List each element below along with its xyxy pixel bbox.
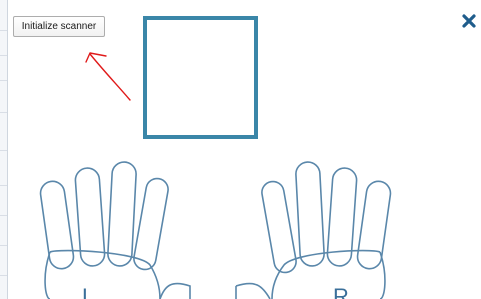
right-hand-outline xyxy=(235,161,392,299)
left-hand-label: L xyxy=(82,284,94,299)
close-icon xyxy=(462,14,476,28)
fingerprint-preview-frame xyxy=(143,16,258,139)
right-hand-label: R xyxy=(333,284,349,299)
red-arrow-annotation xyxy=(85,52,131,101)
left-hand-outline xyxy=(39,161,191,299)
hands-diagram: L R xyxy=(39,161,392,299)
initialize-scanner-button[interactable]: Initialize scanner xyxy=(13,16,105,37)
close-button[interactable] xyxy=(460,12,478,30)
